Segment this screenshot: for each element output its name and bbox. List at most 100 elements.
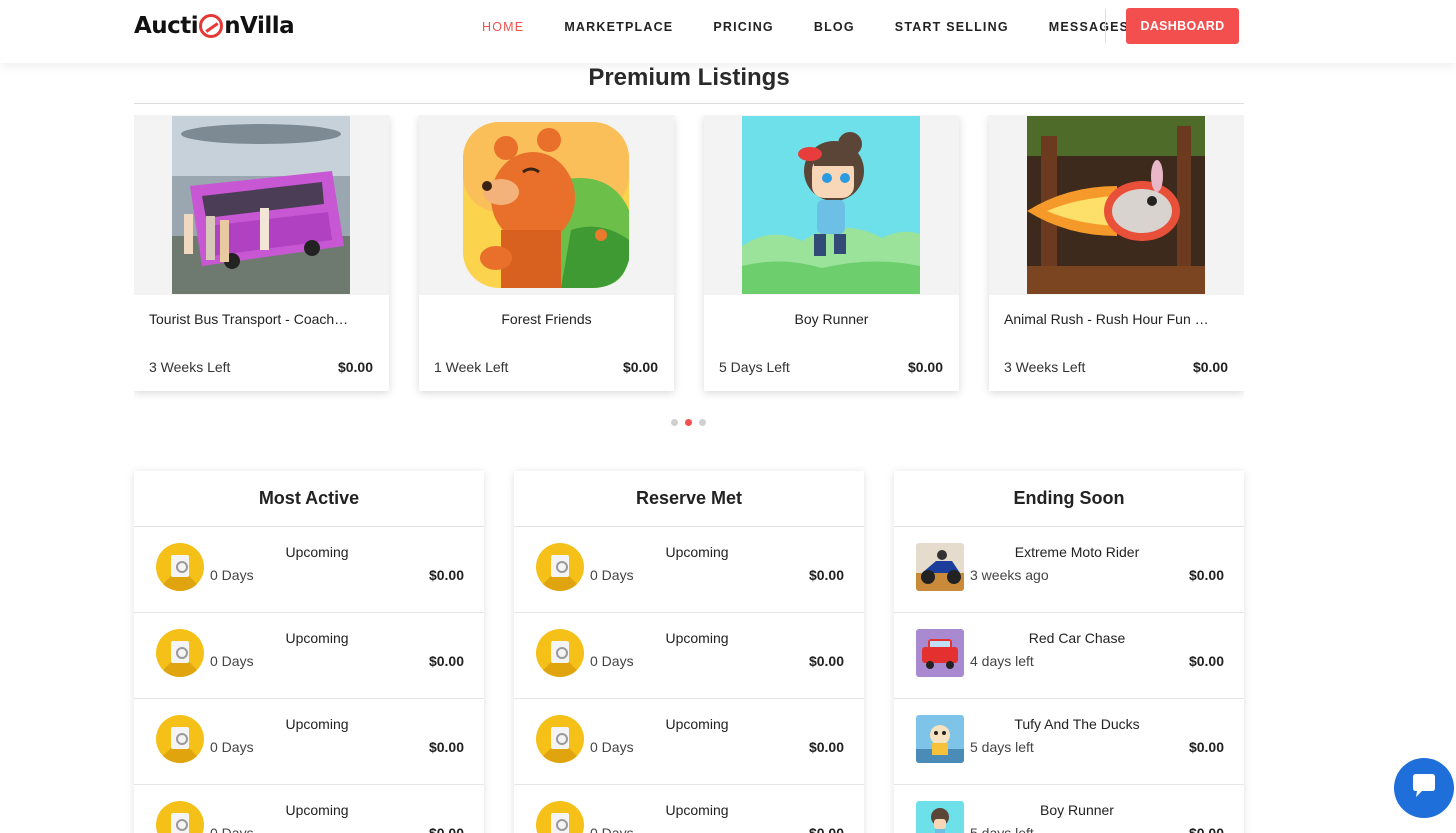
carousel-dot[interactable] [699,419,706,426]
list-item[interactable]: Upcoming 0 Days $0.00 [134,613,484,699]
dashboard-button[interactable]: DASHBOARD [1126,8,1239,44]
item-time: 0 Days [210,653,254,669]
item-name[interactable]: Upcoming [210,630,424,646]
nav-messages[interactable]: MESSAGES [1049,20,1129,34]
ducks-thumb [916,715,964,763]
list-item[interactable]: Tufy And The Ducks 5 days left $0.00 [894,699,1244,785]
list-item[interactable]: Red Car Chase 4 days left $0.00 [894,613,1244,699]
chat-bubble-icon [1409,771,1439,806]
animal-image [989,115,1244,295]
document-icon [156,629,204,677]
gavel-icon [199,14,224,38]
card-title[interactable]: Tourist Bus Transport - Coach… [149,311,374,327]
item-price: $0.00 [1188,825,1224,833]
bear-image [419,115,674,295]
nav-home[interactable]: HOME [482,20,524,34]
item-price: $0.00 [808,567,844,583]
list-item[interactable]: Upcoming 0 Days $0.00 [514,527,864,613]
boy-image [704,115,959,295]
list-item[interactable]: Upcoming 0 Days $0.00 [134,699,484,785]
item-price: $0.00 [428,739,464,755]
nav-blog[interactable]: BLOG [814,20,855,34]
item-name[interactable]: Upcoming [210,544,424,560]
item-name[interactable]: Upcoming [590,716,804,732]
listing-card[interactable]: Tourist Bus Transport - Coach… 3 Weeks L… [134,115,389,391]
title-divider [134,103,1244,104]
item-name[interactable]: Upcoming [590,802,804,818]
item-time: 0 Days [210,825,254,833]
nav-divider [1105,9,1106,43]
item-price: $0.00 [428,567,464,583]
document-icon [536,715,584,763]
list-item[interactable]: Upcoming 0 Days $0.00 [514,785,864,833]
item-price: $0.00 [808,825,844,833]
list-item[interactable]: Extreme Moto Rider 3 weeks ago $0.00 [894,527,1244,613]
item-time: 5 days left [970,825,1034,833]
item-time: 0 Days [590,653,634,669]
item-time: 0 Days [590,739,634,755]
list-item[interactable]: Upcoming 0 Days $0.00 [134,785,484,833]
ending-soon-panel: Ending Soon Extreme Moto Rider 3 weeks a… [894,471,1244,833]
list-item[interactable]: Boy Runner 5 days left $0.00 [894,785,1244,833]
item-name[interactable]: Boy Runner [970,802,1184,818]
item-price: $0.00 [1188,567,1224,583]
top-header: Aucti nVilla HOME MARKETPLACE PRICING BL… [0,0,1456,63]
list-item[interactable]: Upcoming 0 Days $0.00 [514,699,864,785]
item-price: $0.00 [428,653,464,669]
item-price: $0.00 [1188,739,1224,755]
listing-card[interactable]: Animal Rush - Rush Hour Fun … 3 Weeks Le… [989,115,1244,391]
nav-marketplace[interactable]: MARKETPLACE [564,20,673,34]
item-time: 0 Days [210,739,254,755]
logo[interactable]: Aucti nVilla [134,13,295,39]
listing-card[interactable]: Forest Friends 1 Week Left $0.00 [419,115,674,391]
premium-listings-title: Premium Listings [588,64,790,91]
document-icon [536,801,584,833]
most-active-panel: Most Active Upcoming 0 Days $0.00 Upcomi… [134,471,484,833]
moto-thumb [916,543,964,591]
card-time-left: 1 Week Left [434,359,509,375]
carousel-dots [671,419,713,426]
car-thumb [916,629,964,677]
panel-title: Ending Soon [894,471,1244,527]
item-name[interactable]: Tufy And The Ducks [970,716,1184,732]
list-item[interactable]: Upcoming 0 Days $0.00 [134,527,484,613]
carousel-dot[interactable] [671,419,678,426]
item-price: $0.00 [808,739,844,755]
listing-card[interactable]: Boy Runner 5 Days Left $0.00 [704,115,959,391]
item-time: 0 Days [590,825,634,833]
card-title[interactable]: Boy Runner [719,311,944,327]
panel-title: Most Active [134,471,484,527]
card-title[interactable]: Forest Friends [434,311,659,327]
item-name[interactable]: Upcoming [210,716,424,732]
item-price: $0.00 [1188,653,1224,669]
item-name[interactable]: Upcoming [590,544,804,560]
item-name[interactable]: Extreme Moto Rider [970,544,1184,560]
logo-text-left: Aucti [134,13,199,39]
item-price: $0.00 [808,653,844,669]
item-name[interactable]: Red Car Chase [970,630,1184,646]
bus-image [134,115,389,295]
card-price: $0.00 [907,359,943,375]
item-time: 4 days left [970,653,1034,669]
item-time: 0 Days [210,567,254,583]
card-time-left: 3 Weeks Left [1004,359,1086,375]
item-name[interactable]: Upcoming [210,802,424,818]
boy-thumb [916,801,964,833]
document-icon [156,543,204,591]
carousel-dot-active[interactable] [685,419,692,426]
premium-carousel: Tourist Bus Transport - Coach… 3 Weeks L… [134,115,1244,400]
item-price: $0.00 [428,825,464,833]
card-title[interactable]: Animal Rush - Rush Hour Fun … [1004,311,1229,327]
chat-widget-button[interactable] [1394,758,1454,818]
card-price: $0.00 [1192,359,1228,375]
card-price: $0.00 [337,359,373,375]
card-time-left: 3 Weeks Left [149,359,231,375]
main-nav: HOME MARKETPLACE PRICING BLOG START SELL… [482,20,1169,34]
item-time: 0 Days [590,567,634,583]
list-item[interactable]: Upcoming 0 Days $0.00 [514,613,864,699]
document-icon [156,801,204,833]
item-name[interactable]: Upcoming [590,630,804,646]
nav-start-selling[interactable]: START SELLING [895,20,1009,34]
item-time: 3 weeks ago [970,567,1049,583]
nav-pricing[interactable]: PRICING [713,20,774,34]
